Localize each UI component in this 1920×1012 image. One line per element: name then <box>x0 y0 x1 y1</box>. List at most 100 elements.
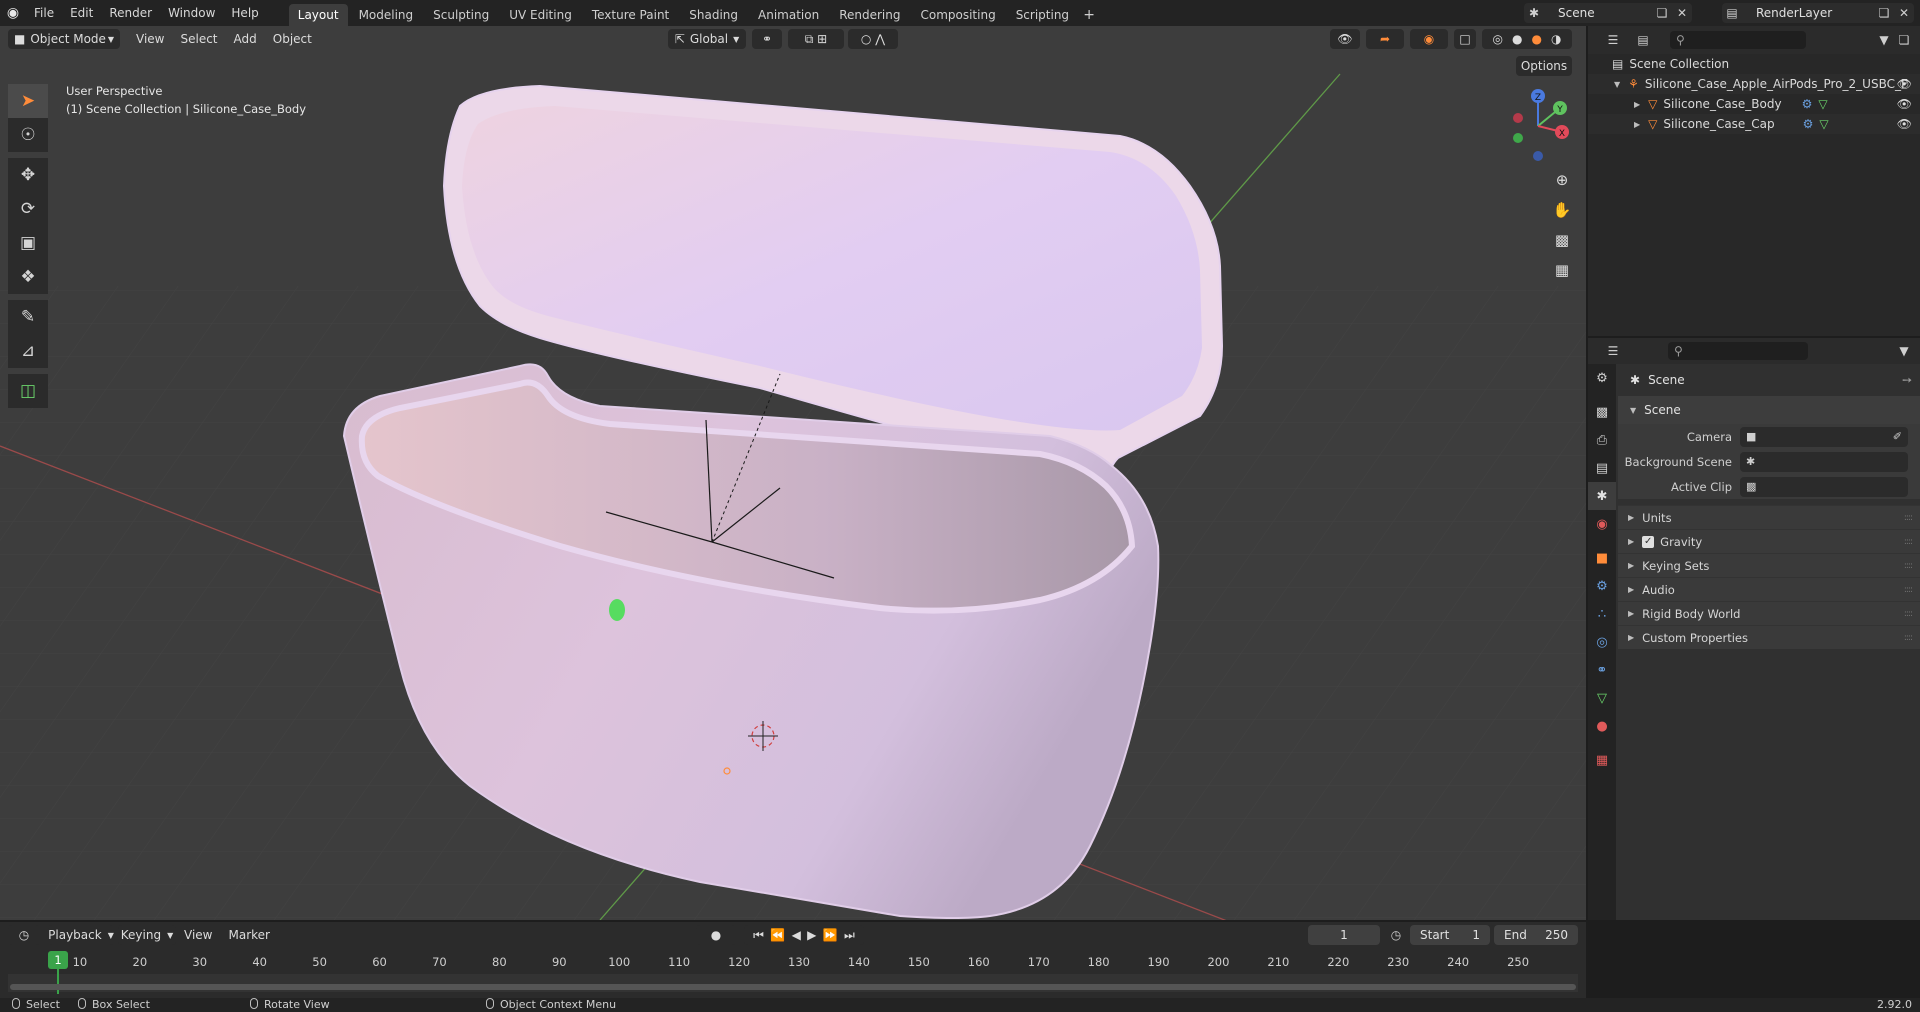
outliner-collection-row[interactable]: ▼ ⚘ Silicone_Case_Apple_AirPods_Pro_2_US… <box>1588 74 1920 94</box>
editor-type-icon[interactable]: ☰ <box>1598 30 1628 50</box>
xray-icon[interactable]: □ <box>1454 29 1476 49</box>
copy-icon[interactable]: ❏ <box>1652 3 1672 23</box>
tab-animation[interactable]: Animation <box>749 4 828 26</box>
units-panel[interactable]: ▶ Units :::: <box>1618 505 1920 529</box>
mesh-data-icon[interactable]: ▽ <box>1819 117 1828 131</box>
drag-handle-icon[interactable]: :::: <box>1904 561 1913 571</box>
menu-file[interactable]: File <box>26 0 62 26</box>
tab-texture-paint[interactable]: Texture Paint <box>583 4 678 26</box>
tool-tab-icon[interactable]: ⚙ <box>1588 364 1616 392</box>
options-button[interactable]: Options <box>1516 56 1572 76</box>
timeline-menu-view[interactable]: View <box>176 928 220 942</box>
camera-view-icon[interactable]: ▩ <box>1548 226 1576 254</box>
expand-right-icon[interactable]: ▶ <box>1628 513 1634 522</box>
gravity-panel[interactable]: ▶ ✓ Gravity :::: <box>1618 529 1920 553</box>
editor-type-icon[interactable]: ☰ <box>1598 341 1628 361</box>
rotate-tool-icon[interactable]: ⟳ <box>8 192 48 226</box>
blender-logo-icon[interactable]: ◉ <box>0 0 26 26</box>
next-keyframe-icon[interactable]: ⏩ <box>823 928 838 942</box>
chevron-down-icon[interactable]: ▼ <box>1894 341 1914 361</box>
audio-panel[interactable]: ▶ Audio :::: <box>1618 577 1920 601</box>
timeline-scrollbar[interactable] <box>10 984 1576 990</box>
mesh-data-icon[interactable]: ▽ <box>1818 97 1827 111</box>
expand-down-icon[interactable]: ▼ <box>1630 406 1636 415</box>
viewport-scene[interactable] <box>0 26 1586 920</box>
snap-icon[interactable]: ⧉ ⊞ <box>788 29 844 49</box>
expand-right-icon[interactable]: ▶ <box>1628 633 1634 642</box>
scene-panel-header[interactable]: ▼ Scene <box>1618 396 1920 424</box>
end-frame-field[interactable]: End 250 <box>1494 925 1578 945</box>
expand-right-icon[interactable]: ▶ <box>1628 537 1634 546</box>
prev-keyframe-icon[interactable]: ⏪ <box>770 928 785 942</box>
background-scene-field[interactable]: ✱ <box>1740 451 1908 472</box>
data-tab-icon[interactable]: ▽ <box>1588 684 1616 712</box>
pan-hand-icon[interactable]: ✋ <box>1548 196 1576 224</box>
scale-tool-icon[interactable]: ▣ <box>8 226 48 260</box>
view-layer-selector[interactable]: ▤ RenderLayer ❏ ✕ <box>1722 3 1914 23</box>
material-tab-icon[interactable]: ● <box>1588 712 1616 740</box>
new-collection-icon[interactable]: ❏ <box>1894 30 1914 50</box>
add-cube-tool-icon[interactable]: ◫ <box>8 374 48 408</box>
navigation-gizmo[interactable]: Z Y X <box>1498 86 1578 166</box>
keying-menu[interactable]: Keying ▼ <box>118 925 176 945</box>
menu-render[interactable]: Render <box>101 0 160 26</box>
copy-icon[interactable]: ❏ <box>1874 3 1894 23</box>
proportional-edit-icon[interactable]: ○ ⋀ <box>848 29 898 49</box>
expand-right-icon[interactable]: ▶ <box>1628 561 1634 570</box>
scene-selector[interactable]: ✱ Scene ❏ ✕ <box>1524 3 1692 23</box>
play-icon[interactable]: ▶ <box>807 928 816 942</box>
object-tab-icon[interactable]: ■ <box>1588 544 1616 572</box>
start-frame-field[interactable]: Start 1 <box>1410 925 1490 945</box>
timeline-ruler[interactable]: 1102030405060708090100110120130140150160… <box>8 952 1578 974</box>
physics-tab-icon[interactable]: ◎ <box>1588 628 1616 656</box>
zoom-icon[interactable]: ⊕ <box>1548 166 1576 194</box>
active-clip-field[interactable]: ▩ <box>1740 476 1908 497</box>
menu-select[interactable]: Select <box>172 32 225 46</box>
tab-layout[interactable]: Layout <box>288 4 348 26</box>
keying-sets-panel[interactable]: ▶ Keying Sets :::: <box>1618 553 1920 577</box>
wireframe-shading-icon[interactable]: ◎ <box>1493 32 1503 46</box>
outliner-search-input[interactable]: ⚲ <box>1670 31 1806 49</box>
playback-menu[interactable]: Playback ▼ <box>48 925 114 945</box>
drag-handle-icon[interactable]: :::: <box>1904 537 1913 547</box>
modifier-wrench-icon[interactable]: ⚙ <box>1802 97 1813 111</box>
close-icon[interactable]: ✕ <box>1672 3 1692 23</box>
eye-icon[interactable]: 👁 <box>1897 77 1912 91</box>
menu-window[interactable]: Window <box>160 0 223 26</box>
tab-compositing[interactable]: Compositing <box>911 4 1004 26</box>
outliner-object-cap[interactable]: ▶ ▽ Silicone_Case_Cap ⚙ ▽ 👁 <box>1588 114 1920 134</box>
tab-sculpting[interactable]: Sculpting <box>424 4 498 26</box>
world-tab-icon[interactable]: ◉ <box>1588 510 1616 538</box>
add-workspace-button[interactable]: + <box>1080 4 1098 26</box>
tab-scripting[interactable]: Scripting <box>1007 4 1078 26</box>
custom-properties-panel[interactable]: ▶ Custom Properties :::: <box>1618 625 1920 649</box>
auto-keying-icon[interactable]: ● <box>696 925 736 945</box>
expand-right-icon[interactable]: ▶ <box>1634 120 1640 129</box>
rigid-body-world-panel[interactable]: ▶ Rigid Body World :::: <box>1618 601 1920 625</box>
render-tab-icon[interactable]: ▩ <box>1588 398 1616 426</box>
display-mode-icon[interactable]: ▤ <box>1628 30 1658 50</box>
jump-end-icon[interactable]: ⏭ <box>844 928 855 943</box>
eye-icon[interactable]: 👁 <box>1897 117 1912 131</box>
pivot-point-icon[interactable]: ⚭ <box>752 29 782 49</box>
tab-uv-editing[interactable]: UV Editing <box>500 4 581 26</box>
outliner-scene-collection[interactable]: ▤ Scene Collection <box>1588 54 1920 74</box>
solid-shading-icon[interactable]: ● <box>1512 32 1522 46</box>
overlays-icon[interactable]: ◉ <box>1410 29 1448 49</box>
menu-view[interactable]: View <box>128 32 172 46</box>
gizmo-toggle-icon[interactable]: ➦ <box>1366 29 1404 49</box>
menu-add[interactable]: Add <box>226 32 265 46</box>
transform-tool-icon[interactable]: ❖ <box>8 260 48 294</box>
properties-search-input[interactable]: ⚲ <box>1668 342 1808 360</box>
material-shading-icon[interactable]: ● <box>1532 32 1542 46</box>
mode-selector[interactable]: ■ Object Mode ▼ <box>8 29 120 49</box>
current-frame-field[interactable]: 1 <box>1308 925 1380 945</box>
tab-rendering[interactable]: Rendering <box>830 4 909 26</box>
texture-tab-icon[interactable]: ▦ <box>1588 746 1616 774</box>
eyedropper-icon[interactable]: ✐ <box>1893 430 1902 443</box>
orientation-selector[interactable]: ⇱ Global ▼ <box>668 29 746 49</box>
menu-help[interactable]: Help <box>223 0 266 26</box>
3d-viewport[interactable]: ■ Object Mode ▼ View Select Add Object ⇱… <box>0 26 1586 920</box>
measure-tool-icon[interactable]: ⊿ <box>8 334 48 368</box>
expand-down-icon[interactable]: ▼ <box>1614 80 1620 89</box>
